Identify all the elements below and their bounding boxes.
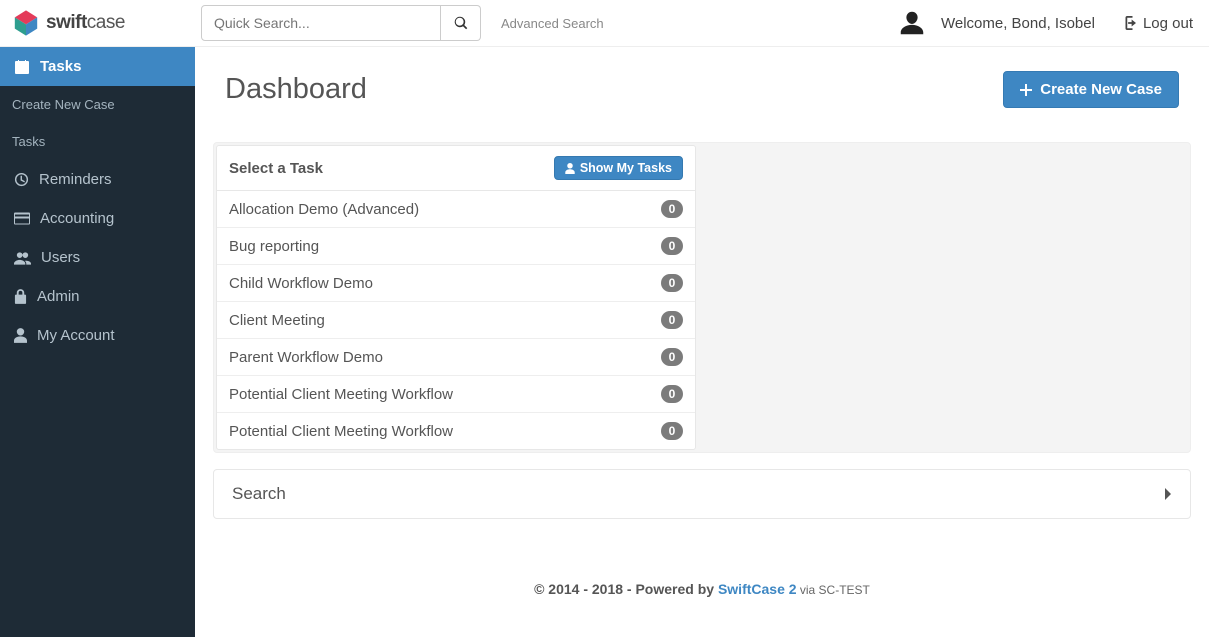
quick-search bbox=[201, 5, 481, 41]
clock-icon bbox=[14, 172, 29, 187]
swiftcase-logo-icon bbox=[12, 9, 40, 37]
task-count-badge: 0 bbox=[661, 200, 683, 218]
task-row[interactable]: Potential Client Meeting Workflow0 bbox=[217, 376, 695, 413]
sidebar-item-admin[interactable]: Admin bbox=[0, 277, 195, 316]
task-row[interactable]: Bug reporting0 bbox=[217, 228, 695, 265]
task-row[interactable]: Potential Client Meeting Workflow0 bbox=[217, 413, 695, 449]
task-count-badge: 0 bbox=[661, 311, 683, 329]
quick-search-button[interactable] bbox=[441, 5, 481, 41]
brand-name: swiftcase bbox=[46, 12, 125, 34]
plus-icon bbox=[1020, 84, 1032, 96]
sidebar-item-tasks[interactable]: Tasks bbox=[0, 47, 195, 86]
task-count-badge: 0 bbox=[661, 237, 683, 255]
logout-icon bbox=[1121, 16, 1137, 30]
sidebar-sub-tasks[interactable]: Tasks bbox=[0, 123, 195, 160]
welcome-text: Welcome, Bond, Isobel bbox=[941, 15, 1095, 32]
brand-logo[interactable]: swiftcase bbox=[0, 9, 195, 37]
search-icon bbox=[454, 16, 468, 30]
user-icon bbox=[565, 163, 575, 174]
search-panel-toggle[interactable]: Search bbox=[213, 469, 1191, 519]
search-panel-title: Search bbox=[232, 484, 1164, 504]
user-avatar-icon bbox=[897, 8, 927, 38]
calendar-icon bbox=[14, 59, 30, 75]
task-count-badge: 0 bbox=[661, 274, 683, 292]
card-icon bbox=[14, 212, 30, 225]
task-count-badge: 0 bbox=[661, 385, 683, 403]
task-count-badge: 0 bbox=[661, 422, 683, 440]
task-panel: Select a Task Show My Tasks Allocation D… bbox=[216, 145, 696, 450]
footer-link[interactable]: SwiftCase 2 bbox=[718, 581, 797, 597]
sidebar-item-reminders[interactable]: Reminders bbox=[0, 160, 195, 199]
sidebar-item-my-account[interactable]: My Account bbox=[0, 316, 195, 355]
sidebar-sub-create-case[interactable]: Create New Case bbox=[0, 86, 195, 123]
task-panel-header: Select a Task bbox=[229, 160, 554, 177]
page-title: Dashboard bbox=[225, 73, 367, 106]
logout-button[interactable]: Log out bbox=[1121, 15, 1193, 32]
topbar: swiftcase Advanced Search Welcome, Bond,… bbox=[0, 0, 1209, 47]
task-row[interactable]: Allocation Demo (Advanced)0 bbox=[217, 191, 695, 228]
task-count-badge: 0 bbox=[661, 348, 683, 366]
task-row[interactable]: Client Meeting0 bbox=[217, 302, 695, 339]
sidebar-item-accounting[interactable]: Accounting bbox=[0, 199, 195, 238]
sidebar-item-users[interactable]: Users bbox=[0, 238, 195, 277]
chevron-right-icon bbox=[1164, 488, 1172, 500]
task-row[interactable]: Parent Workflow Demo0 bbox=[217, 339, 695, 376]
footer: © 2014 - 2018 - Powered by SwiftCase 2 v… bbox=[213, 581, 1191, 597]
main-content: Dashboard Create New Case Select a Task … bbox=[195, 47, 1209, 637]
users-icon bbox=[14, 251, 31, 265]
user-icon bbox=[14, 328, 27, 343]
task-row[interactable]: Child Workflow Demo0 bbox=[217, 265, 695, 302]
quick-search-input[interactable] bbox=[201, 5, 441, 41]
lock-icon bbox=[14, 289, 27, 304]
create-new-case-button[interactable]: Create New Case bbox=[1003, 71, 1179, 108]
advanced-search-link[interactable]: Advanced Search bbox=[501, 16, 604, 31]
sidebar: Tasks Create New Case Tasks Reminders Ac… bbox=[0, 47, 195, 637]
show-my-tasks-button[interactable]: Show My Tasks bbox=[554, 156, 683, 180]
